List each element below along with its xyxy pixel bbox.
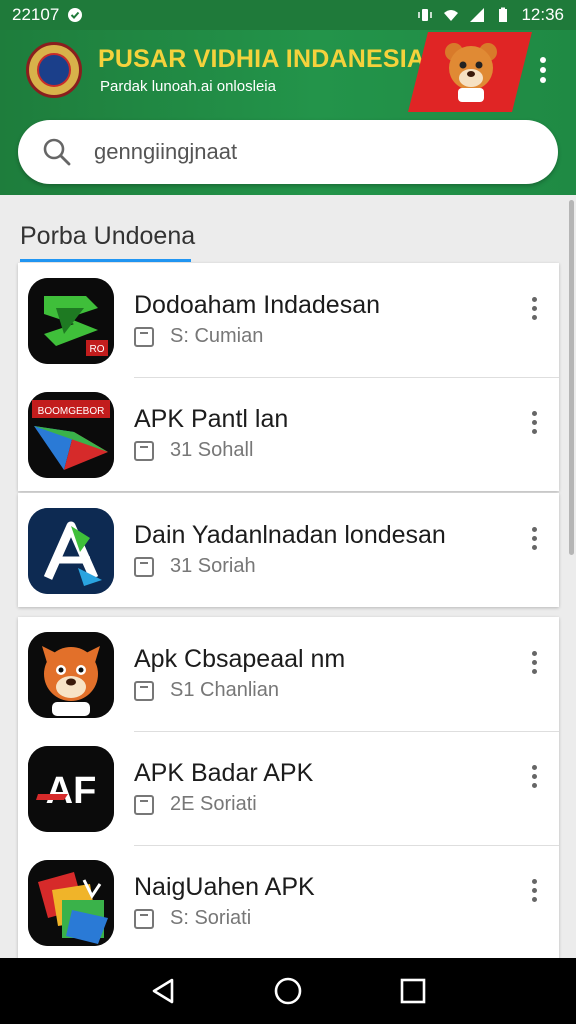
app-title: PUSAR VIDHIA INDANESIA	[98, 45, 426, 73]
app-title: Apk Cbsapeaal nm	[134, 645, 346, 673]
list-item[interactable]: RO Dodoaham Indadesan S: Cumian	[18, 263, 559, 377]
emblem-logo	[26, 42, 82, 98]
app-meta: S1 Chanlian	[134, 679, 279, 702]
vibrate-icon	[418, 9, 433, 21]
signal-icon	[470, 8, 485, 22]
recents-button[interactable]	[393, 971, 433, 1011]
app-title: APK Pantl lan	[134, 405, 289, 433]
search-icon	[43, 138, 71, 166]
list-item[interactable]: AF APK Badar APK 2E Soriati	[18, 731, 559, 845]
app1-badge-text: RO	[90, 344, 105, 355]
status-time-left: 22107	[12, 5, 60, 24]
wifi-icon	[444, 10, 459, 21]
brand-banner: PUSAR VIDHIA INDANESIA Pardak lunoah.ai …	[0, 30, 576, 116]
item-menu-button[interactable]	[523, 647, 545, 677]
item-menu-button[interactable]	[523, 761, 545, 791]
battery-icon	[499, 7, 508, 22]
triangle-a-app-icon	[28, 508, 114, 594]
app-meta-text: 2E Soriati	[170, 793, 257, 815]
item-menu-button[interactable]	[523, 293, 545, 323]
app-title: NaigUahen APK	[134, 873, 315, 901]
list-item[interactable]: Dain Yadanlnadan londesan 31 Soriah	[18, 493, 559, 607]
storage-icon	[134, 326, 154, 347]
app-title: Dain Yadanlnadan londesan	[134, 521, 446, 549]
item-menu-button[interactable]	[523, 523, 545, 553]
app-card-group-1: RO Dodoaham Indadesan S: Cumian BOOMGEBO…	[18, 263, 559, 491]
recents-icon	[401, 978, 426, 1004]
search-input[interactable]	[94, 139, 494, 165]
home-icon	[274, 977, 302, 1005]
app-subtitle: Pardak lunoah.ai onlosleia	[100, 78, 276, 95]
item-menu-button[interactable]	[523, 875, 545, 905]
navigation-bar	[0, 958, 576, 1024]
app2-banner-text: BOOMGEBOR	[38, 406, 105, 417]
tiger-mascot-app-icon	[28, 632, 114, 718]
back-button[interactable]	[143, 971, 183, 1011]
app5-letters: AF	[46, 770, 97, 812]
app-meta-text: S: Cumian	[170, 325, 264, 347]
list-item[interactable]: NaigUahen APK S: Soriati	[18, 845, 559, 959]
status-time-right: 12:36	[521, 5, 564, 24]
overflow-menu-button[interactable]	[528, 52, 558, 88]
item-menu-button[interactable]	[523, 407, 545, 437]
list-item[interactable]: BOOMGEBOR APK Pantl lan 31 Sohall	[18, 377, 559, 491]
home-button[interactable]	[268, 971, 308, 1011]
af-logo-app-icon: AF	[28, 746, 114, 832]
app-card-group-2: Dain Yadanlnadan londesan 31 Soriah	[18, 493, 559, 607]
storage-icon	[134, 794, 154, 815]
app-meta: 31 Sohall	[134, 439, 253, 462]
back-icon	[152, 978, 173, 1004]
app-meta: S: Soriati	[134, 907, 251, 930]
colorful-shapes-app-icon: BOOMGEBOR	[28, 392, 114, 478]
storage-icon	[134, 556, 154, 577]
app-title: Dodoaham Indadesan	[134, 291, 381, 319]
app-meta-text: 31 Sohall	[170, 439, 254, 461]
mascot-icon	[445, 43, 497, 102]
section-title: Porba Undoena	[20, 222, 196, 250]
app-meta-text: S: Soriati	[170, 907, 252, 929]
search-bar[interactable]	[18, 120, 558, 184]
scrollbar[interactable]	[569, 200, 574, 555]
storage-icon	[134, 908, 154, 929]
app-meta-text: S1 Chanlian	[170, 679, 279, 701]
app-meta: 2E Soriati	[134, 793, 257, 816]
green-arrow-app-icon: RO	[28, 278, 114, 364]
app-card-group-3: Apk Cbsapeaal nm S1 Chanlian AF APK Bada…	[18, 617, 559, 959]
notification-icon	[68, 8, 83, 22]
app-meta: 31 Soriah	[134, 555, 256, 578]
section-underline	[20, 259, 191, 262]
list-item[interactable]: Apk Cbsapeaal nm S1 Chanlian	[18, 617, 559, 731]
app-meta: S: Cumian	[134, 325, 263, 348]
storage-icon	[134, 440, 154, 461]
status-bar: 22107 12:36	[0, 0, 576, 30]
app-header: PUSAR VIDHIA INDANESIA Pardak lunoah.ai …	[0, 30, 576, 195]
app-meta-text: 31 Soriah	[170, 555, 256, 577]
storage-icon	[134, 680, 154, 701]
colorful-folder-app-icon	[28, 860, 114, 946]
app-title: APK Badar APK	[134, 759, 314, 787]
